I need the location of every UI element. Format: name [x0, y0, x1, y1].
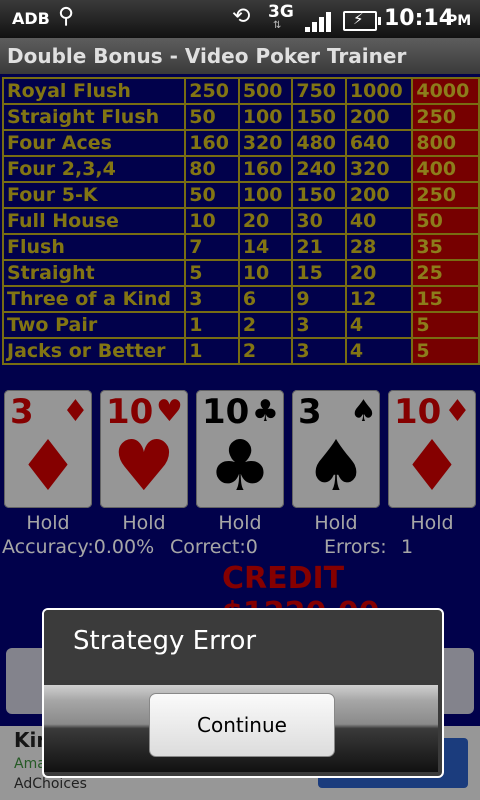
dialog-title-area: Strategy Error	[44, 610, 438, 685]
adb-indicator: ADB	[12, 9, 50, 28]
dialog-title: Strategy Error	[73, 626, 257, 656]
dialog-button-bar: Continue	[44, 685, 438, 772]
screen-rotate-icon: ⟲	[232, 4, 251, 29]
strategy-error-dialog: Strategy Error Continue	[42, 608, 444, 778]
battery-charging-icon: ⚡	[343, 10, 381, 31]
usb-icon: ⚲	[58, 4, 75, 29]
status-bar: ADB ⚲ ⟲ 3G ⇅ ⚡ 10:14 PM	[0, 0, 480, 38]
clock-ampm: PM	[447, 13, 472, 29]
network-type: 3G	[268, 2, 294, 22]
app-title: Double Bonus - Video Poker Trainer	[0, 38, 480, 74]
clock: 10:14	[384, 6, 455, 31]
signal-strength-icon	[305, 10, 335, 32]
continue-button[interactable]: Continue	[149, 693, 335, 757]
data-activity-icon: ⇅	[273, 20, 282, 31]
